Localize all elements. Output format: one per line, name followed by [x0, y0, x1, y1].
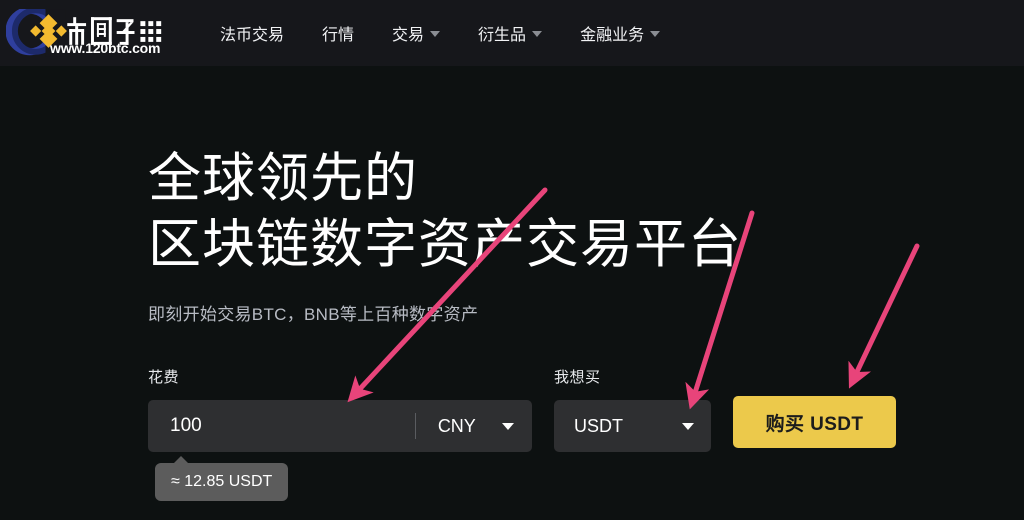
nav-item-markets[interactable]: 行情: [303, 0, 373, 66]
main-nav: 法币交易 行情 交易 衍生品 金融业务: [201, 0, 679, 66]
site-logo[interactable]: www.120btc.com: [6, 2, 176, 64]
quick-buy-form: 花费 CNY 我想买 USDT . 购买 USDT: [148, 366, 896, 452]
currency-select[interactable]: CNY: [416, 400, 532, 452]
buy-asset-select[interactable]: USDT: [554, 400, 711, 452]
buy-field-group: 我想买 USDT: [554, 366, 711, 452]
chevron-down-icon: [532, 31, 543, 37]
nav-item-fiat-trading[interactable]: 法币交易: [201, 0, 303, 66]
buy-label: 我想买: [554, 369, 601, 386]
currency-value: CNY: [437, 415, 476, 436]
estimate-tooltip: ≈ 12.85 USDT: [155, 456, 289, 501]
site-header: www.120btc.com 法币交易 行情 交易 衍生品 金融业务: [0, 0, 1024, 66]
nav-label: 法币交易: [220, 27, 285, 44]
nav-item-derivatives[interactable]: 衍生品: [459, 0, 561, 66]
spend-field-group: 花费 CNY: [148, 366, 532, 452]
nav-item-trade[interactable]: 交易: [373, 0, 459, 66]
buy-asset-value: USDT: [574, 415, 623, 436]
logo-url-text: www.120btc.com: [50, 40, 161, 56]
dot-grid-icon: [140, 21, 162, 42]
buy-usdt-button[interactable]: 购买 USDT: [733, 396, 896, 448]
spend-input-box[interactable]: CNY: [148, 400, 532, 452]
nav-label: 行情: [322, 27, 355, 44]
spend-amount-input[interactable]: [148, 400, 415, 452]
page-title-line2: 区块链数字资产交易平台: [148, 215, 742, 274]
nav-label: 交易: [392, 27, 425, 44]
chevron-down-icon: [650, 31, 661, 37]
spend-label: 花费: [148, 369, 180, 386]
nav-label: 衍生品: [478, 27, 527, 44]
submit-group: . 购买 USDT: [733, 366, 896, 448]
page-subtitle: 即刻开始交易BTC，BNB等上百种数字资产: [148, 305, 479, 324]
page-title-line1: 全球领先的: [148, 149, 418, 208]
hero-section: 全球领先的 区块链数字资产交易平台 即刻开始交易BTC，BNB等上百种数字资产: [148, 66, 1024, 325]
chevron-down-icon: [502, 422, 514, 430]
nav-item-finance[interactable]: 金融业务: [561, 0, 679, 66]
chevron-down-icon: [682, 422, 694, 430]
chevron-down-icon: [430, 31, 441, 37]
nav-label: 金融业务: [580, 27, 645, 44]
